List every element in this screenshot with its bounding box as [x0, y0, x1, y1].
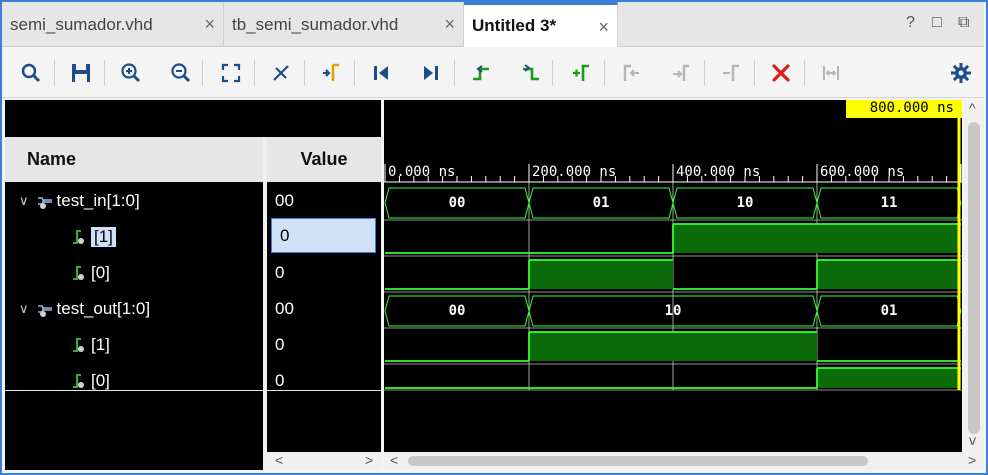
tab-semi-sumador[interactable]: semi_sumador.vhd ×: [2, 2, 224, 47]
waveform-canvas[interactable]: [384, 100, 962, 452]
bus-value-label: 00: [448, 195, 466, 211]
tab-untitled-3[interactable]: Untitled 3* ×: [464, 2, 618, 47]
bus-value-label: 01: [880, 303, 898, 319]
bit-high-fill: [529, 332, 817, 361]
prev-marker-icon[interactable]: [614, 56, 648, 90]
bit-high-fill: [529, 260, 673, 289]
time-tick-label: 200.000 ns: [532, 164, 617, 180]
tab-label: Untitled 3*: [472, 16, 557, 35]
bus-value-label: 01: [592, 195, 610, 211]
time-tick-label: 0.000 ns: [388, 164, 456, 180]
scroll-right-icon[interactable]: >: [968, 452, 976, 468]
bit-high-fill: [817, 260, 961, 289]
save-icon[interactable]: [64, 56, 98, 90]
zoom-fit-icon[interactable]: [214, 56, 248, 90]
add-marker-icon[interactable]: [564, 56, 598, 90]
bus-value-label: 10: [664, 303, 682, 319]
float-icon[interactable]: ⧉: [958, 14, 969, 32]
bit-signal-icon: [71, 264, 87, 282]
tab-label: tb_semi_sumador.vhd: [232, 14, 399, 34]
close-icon[interactable]: ×: [204, 14, 215, 35]
wave-hscrollbar[interactable]: < >: [384, 452, 984, 470]
zoom-out-icon[interactable]: [164, 56, 198, 90]
bit-signal-icon: [71, 336, 87, 354]
signal-value: 00: [275, 299, 294, 318]
expand-chevron-icon[interactable]: ∨: [19, 193, 29, 209]
settings-icon[interactable]: [944, 56, 978, 90]
delete-icon[interactable]: [764, 56, 798, 90]
signal-row[interactable]: [0] 0: [5, 364, 381, 400]
signal-value: 0: [275, 371, 285, 390]
prev-transition-icon[interactable]: [464, 56, 498, 90]
bus-value-label: 11: [880, 195, 898, 211]
signal-name: [1]: [91, 335, 110, 354]
signal-name: [0]: [91, 263, 110, 282]
cursor-time-label: 800.000 ns: [846, 100, 962, 118]
scroll-right-icon[interactable]: >: [365, 452, 373, 468]
bus-signal-icon: [37, 300, 53, 318]
restore-icon[interactable]: □: [932, 14, 942, 32]
signal-row[interactable]: ∨ test_in[1:0] 00: [5, 184, 381, 220]
bus-value-label: 10: [736, 195, 754, 211]
signal-name: [0]: [91, 371, 110, 390]
bit-high-fill: [817, 368, 961, 388]
scroll-left-icon[interactable]: <: [390, 452, 398, 468]
signal-row[interactable]: [1] 0: [5, 328, 381, 364]
signal-value: 00: [275, 191, 294, 210]
next-transition-icon[interactable]: [514, 56, 548, 90]
signal-name-pane: Name Value 0 ∨ test_in[1:0] 00 [1] [0] 0 ∨ test…: [5, 100, 381, 470]
zoom-in-icon[interactable]: [114, 56, 148, 90]
scroll-left-icon[interactable]: <: [275, 452, 283, 468]
expand-chevron-icon[interactable]: ∨: [19, 301, 29, 317]
time-tick-label: 400.000 ns: [676, 164, 761, 180]
time-tick-label: 600.000 ns: [820, 164, 905, 180]
signal-row[interactable]: [0] 0: [5, 256, 381, 292]
tab-bar: semi_sumador.vhd × tb_semi_sumador.vhd ×…: [2, 2, 984, 47]
delete-marker-icon[interactable]: [714, 56, 748, 90]
signal-row[interactable]: ∨ test_out[1:0] 00: [5, 292, 381, 328]
swap-cursor-icon[interactable]: [814, 56, 848, 90]
close-icon[interactable]: ×: [598, 17, 609, 38]
signal-row[interactable]: [1]: [5, 220, 381, 256]
hscroll-thumb[interactable]: [408, 456, 868, 466]
bit-signal-icon: [71, 372, 87, 390]
signal-name: test_out[1:0]: [56, 299, 151, 318]
goto-cursor-icon[interactable]: [314, 56, 348, 90]
signal-value: 0: [275, 263, 285, 282]
goto-start-icon[interactable]: [364, 56, 398, 90]
name-column-header[interactable]: Name: [5, 137, 263, 182]
bus-signal-icon: [37, 192, 53, 210]
vscroll-thumb[interactable]: [968, 122, 980, 434]
scroll-down-icon[interactable]: v: [969, 432, 976, 448]
scroll-up-icon[interactable]: ^: [969, 100, 976, 116]
wave-toolbar: [2, 48, 984, 98]
waveform-pane[interactable]: 800.000 ns 0.000 ns 200.000 ns 400.000 ns 6…: [384, 100, 962, 452]
bit-signal-icon: [71, 228, 87, 246]
value-hscrollbar[interactable]: < >: [267, 452, 381, 470]
tab-tb-semi-sumador[interactable]: tb_semi_sumador.vhd ×: [224, 2, 464, 47]
value-column-header[interactable]: Value: [267, 137, 381, 182]
help-icon[interactable]: ?: [906, 14, 915, 32]
close-icon[interactable]: ×: [444, 14, 455, 35]
tab-label: semi_sumador.vhd: [10, 14, 153, 34]
next-marker-icon[interactable]: [664, 56, 698, 90]
signal-value: 0: [275, 335, 285, 354]
cursor-icon[interactable]: [264, 56, 298, 90]
rows-end-divider: [5, 390, 381, 391]
signal-name: [1]: [91, 227, 116, 247]
bit-high-fill: [673, 224, 961, 253]
goto-end-icon[interactable]: [414, 56, 448, 90]
bus-value-label: 00: [448, 303, 466, 319]
wave-vscrollbar[interactable]: ^ v: [964, 100, 984, 452]
signal-name: test_in[1:0]: [56, 191, 140, 210]
search-icon[interactable]: [14, 56, 48, 90]
